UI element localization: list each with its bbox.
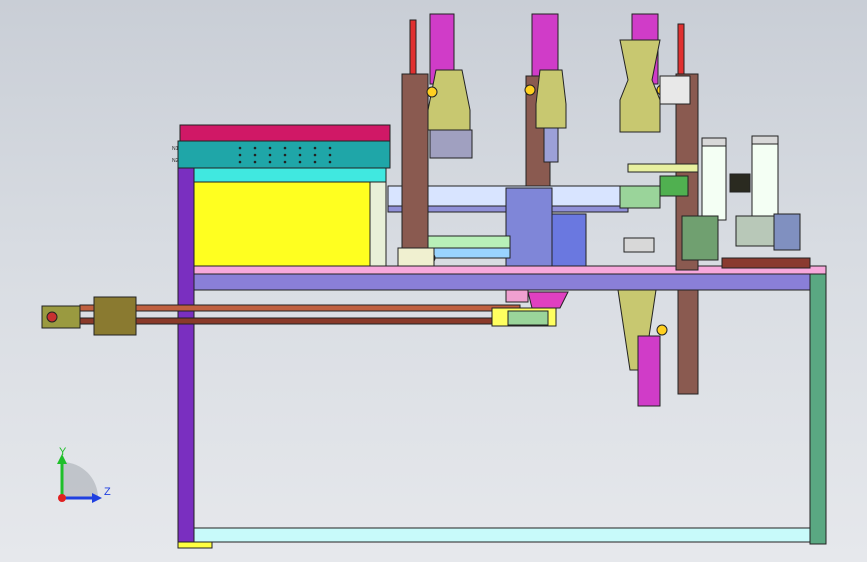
fixture-gripper-1 bbox=[619, 185, 661, 209]
fixture-cap-2 bbox=[751, 135, 779, 145]
fixture-clamp bbox=[729, 173, 751, 193]
gusset-bracket bbox=[527, 291, 569, 309]
tool-box-tag-top: N1 bbox=[172, 146, 179, 152]
welding-station-1 bbox=[397, 13, 473, 267]
station3-lower-column bbox=[677, 289, 699, 395]
fixture-roller bbox=[623, 237, 655, 253]
tool-box-side-plate bbox=[369, 181, 387, 267]
station3-knob-low bbox=[656, 324, 668, 336]
station1-foot bbox=[397, 247, 435, 267]
cylinder-end-bolt bbox=[46, 311, 58, 323]
fixture-tower-2 bbox=[751, 139, 779, 221]
right-fixtures bbox=[619, 135, 811, 269]
welding-station-2 bbox=[524, 13, 567, 187]
fixture-rail-top bbox=[627, 163, 699, 173]
fixture-box-green bbox=[681, 215, 719, 261]
frame-foot bbox=[177, 541, 213, 549]
welding-station-3 bbox=[617, 13, 699, 407]
triad-quarter-circle bbox=[62, 462, 98, 498]
tool-box-yellow-block bbox=[193, 181, 371, 267]
station1-horn bbox=[427, 69, 471, 131]
cylinder-rod-lower bbox=[79, 317, 521, 325]
station3-bracket bbox=[659, 75, 691, 105]
triad-y-label: Y bbox=[59, 446, 67, 458]
table-beam bbox=[193, 273, 811, 291]
frame-bottom-rail bbox=[193, 527, 811, 543]
tool-box-cyan-band bbox=[193, 167, 387, 183]
station1-knob bbox=[426, 86, 438, 98]
station3-carriage-bottom bbox=[637, 335, 661, 407]
fixture-base-red bbox=[721, 257, 811, 269]
station2-horn bbox=[535, 69, 567, 129]
tool-box-tag-bottom: N2 bbox=[172, 158, 179, 164]
cylinder-rod-end-green bbox=[507, 310, 549, 326]
cad-viewport[interactable]: N1 N2 Y Z bbox=[0, 0, 867, 562]
station2-knob bbox=[524, 84, 536, 96]
tool-box-assembly: N1 N2 bbox=[172, 124, 391, 267]
cylinder-rod-upper bbox=[79, 304, 521, 312]
fixture-gripper-2 bbox=[659, 175, 689, 197]
station2-carriage bbox=[531, 13, 559, 77]
station1-horn-base bbox=[429, 129, 473, 159]
fixture-cap-1 bbox=[701, 137, 727, 147]
station2-neck bbox=[543, 127, 559, 163]
tool-box-top-plate bbox=[179, 124, 391, 142]
fixture-tower-1 bbox=[701, 143, 727, 221]
slide-cylinder bbox=[41, 289, 569, 336]
frame-left-post bbox=[177, 165, 195, 545]
cylinder-mount-block bbox=[93, 296, 137, 336]
station1-rod bbox=[409, 19, 417, 81]
station1-column bbox=[401, 73, 429, 251]
slide-block-face bbox=[551, 213, 587, 267]
coordinate-triad: Y Z bbox=[57, 446, 111, 503]
station3-horn-upper bbox=[619, 39, 661, 133]
triad-origin bbox=[58, 494, 66, 502]
lower-guide bbox=[419, 235, 511, 249]
triad-z-label: Z bbox=[104, 486, 111, 498]
gusset-tab bbox=[505, 289, 529, 303]
slide-block-blue bbox=[505, 187, 553, 267]
frame-right-post bbox=[809, 273, 827, 545]
fixture-box-blue bbox=[773, 213, 801, 251]
